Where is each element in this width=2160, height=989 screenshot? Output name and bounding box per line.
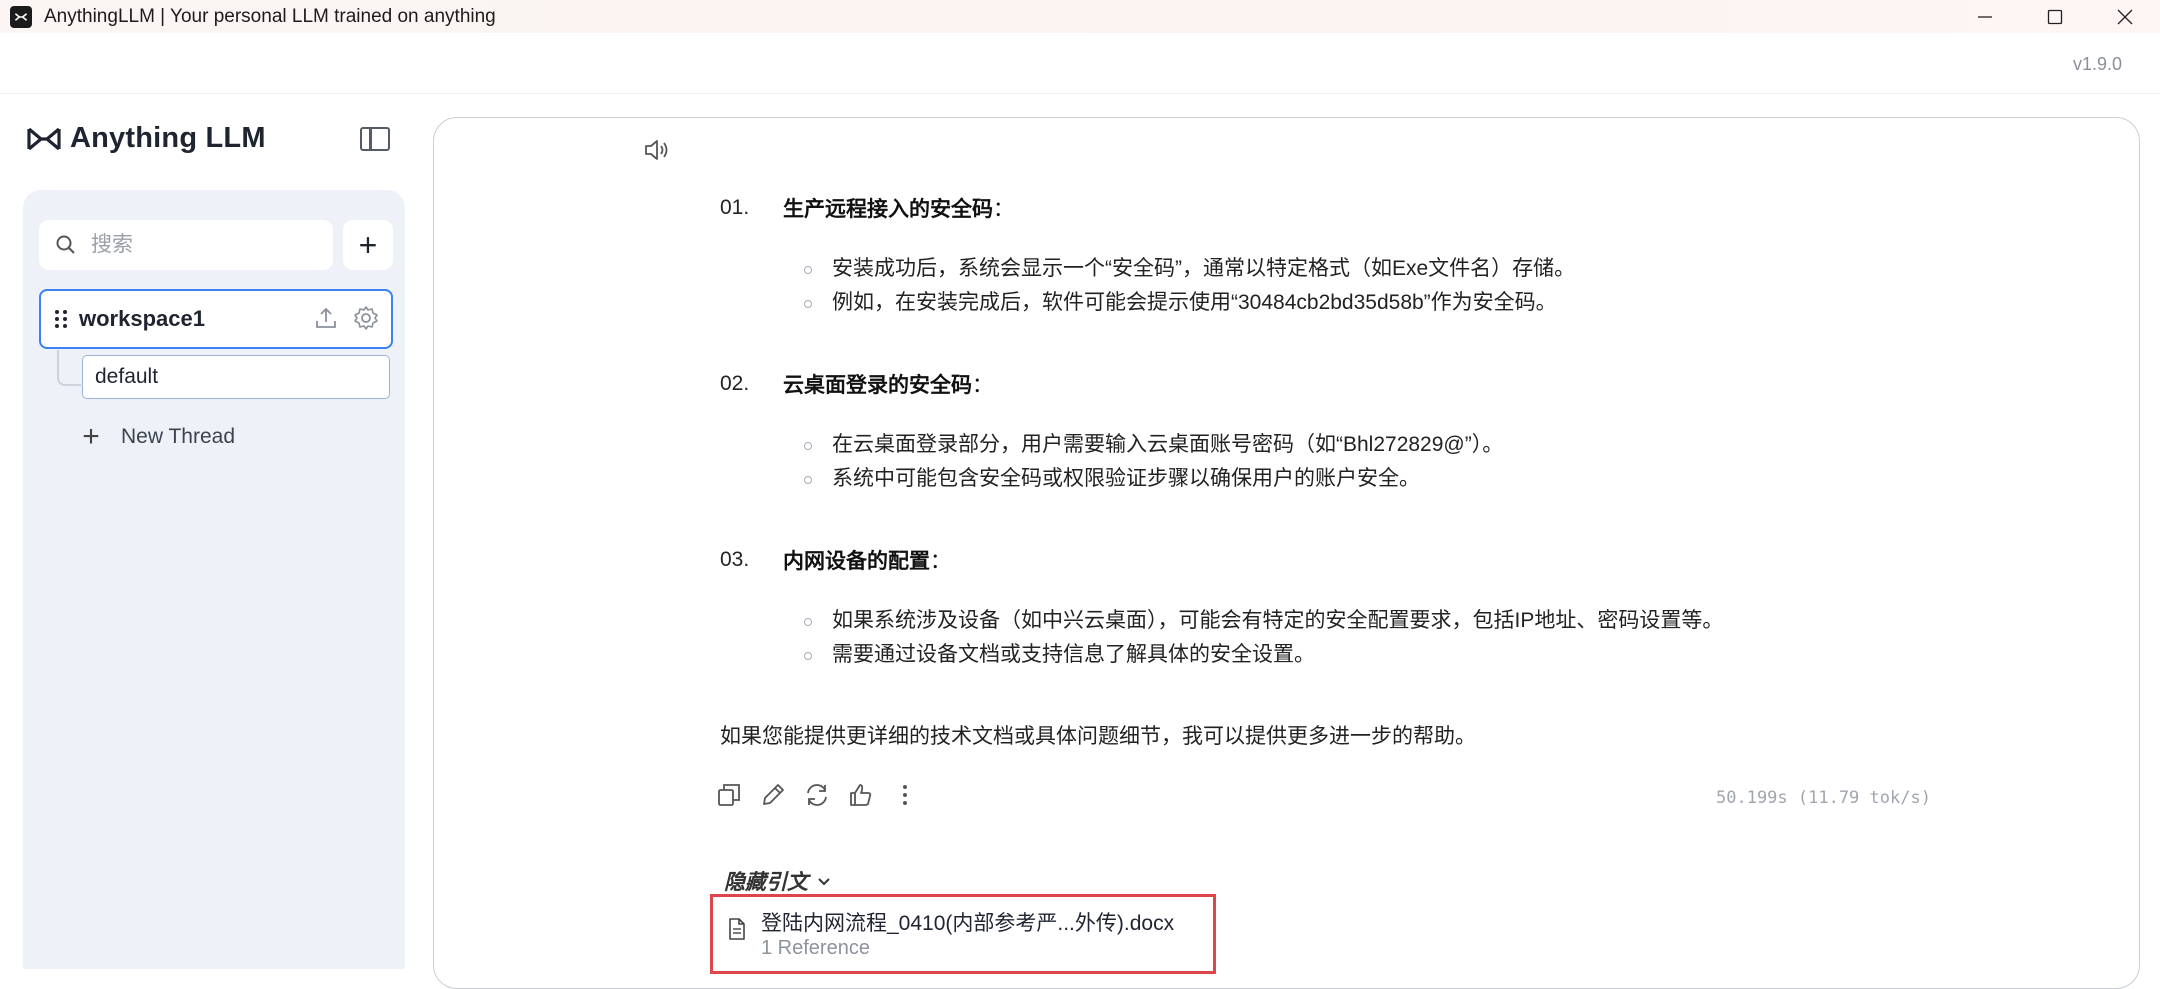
search-input[interactable]	[89, 232, 313, 258]
speaker-icon[interactable]	[642, 135, 672, 165]
brand-name: Anything LLM	[70, 122, 266, 154]
search-box[interactable]	[39, 220, 333, 270]
bullet-item: 系统中可能包含安全码或权限验证步骤以确保用户的账户安全。	[720, 462, 2020, 496]
gear-icon[interactable]	[353, 305, 379, 331]
regenerate-icon[interactable]	[804, 782, 830, 808]
app-icon	[10, 5, 32, 28]
thread-label: default	[95, 365, 159, 388]
edit-icon[interactable]	[760, 782, 786, 808]
sidebar-toggle-button[interactable]	[360, 127, 390, 151]
section-number: 03.	[720, 548, 750, 571]
document-icon	[729, 918, 745, 940]
bullet-item: 如果系统涉及设备（如中兴云桌面），可能会有特定的安全配置要求，包括IP地址、密码…	[720, 604, 2020, 638]
closing-text: 如果您能提供更详细的技术文档或具体问题细节，我可以提供更多进一步的帮助。	[720, 725, 1476, 748]
search-icon	[56, 235, 75, 254]
citation-name: 登陆内网流程_0410(内部参考严...外传).docx	[761, 912, 1175, 935]
citation-reference-count: 1 Reference	[761, 937, 870, 959]
maximize-button[interactable]	[2020, 0, 2090, 33]
close-icon	[2117, 9, 2133, 24]
maximize-icon	[2047, 9, 2063, 24]
window-titlebar: AnythingLLM | Your personal LLM trained …	[0, 0, 2160, 33]
citations-toggle[interactable]: 隐藏引文	[724, 866, 832, 896]
new-thread-button[interactable]: + New Thread	[79, 420, 235, 454]
window-controls	[1950, 0, 2160, 33]
section-title: 内网设备的配置	[783, 550, 930, 573]
drag-handle-icon[interactable]	[53, 308, 69, 330]
list-item: 03. 内网设备的配置 ： 如果系统涉及设备（如中兴云桌面），可能会有特定的安全…	[720, 540, 2020, 720]
thread-item-default[interactable]: default	[82, 355, 390, 399]
brand: Anything LLM	[26, 122, 266, 155]
assistant-message: 01. 生产远程接入的安全码 ： 安装成功后，系统会显示一个“安全码”，通常以特…	[720, 188, 2020, 754]
more-options-icon[interactable]	[892, 782, 918, 808]
sidebar: + workspace1 default + New Thread	[23, 190, 405, 969]
close-button[interactable]	[2090, 0, 2160, 33]
section-number: 02.	[720, 372, 750, 395]
version-label: v1.9.0	[2072, 54, 2122, 74]
workspace-label: workspace1	[79, 306, 205, 331]
section-title: 云桌面登录的安全码	[783, 374, 972, 397]
workspace-actions	[313, 305, 379, 331]
sidebar-item-workspace[interactable]: workspace1	[39, 289, 393, 349]
section-number: 01.	[720, 196, 750, 219]
plus-icon: +	[82, 420, 100, 453]
top-bar: v1.9.0	[0, 33, 2160, 94]
list-item: 01. 生产远程接入的安全码 ： 安装成功后，系统会显示一个“安全码”，通常以特…	[720, 188, 2020, 364]
generation-stats: 50.199s (11.79 tok/s)	[1716, 788, 1931, 808]
new-thread-label: New Thread	[121, 425, 236, 448]
anythingllm-logo-icon	[27, 127, 61, 150]
bullet-item: 例如，在安装完成后，软件可能会提示使用“30484cb2bd35d58b”作为安…	[720, 286, 2020, 320]
list-item: 02. 云桌面登录的安全码 ： 在云桌面登录部分，用户需要输入云桌面账号密码（如…	[720, 364, 2020, 540]
message-actions	[716, 782, 918, 808]
bullet-item: 在云桌面登录部分，用户需要输入云桌面账号密码（如“Bhl272829@”）。	[720, 428, 2020, 462]
upload-icon[interactable]	[313, 305, 339, 331]
bullet-item: 安装成功后，系统会显示一个“安全码”，通常以特定格式（如Exe文件名）存储。	[720, 252, 2020, 286]
minimize-button[interactable]	[1950, 0, 2020, 33]
add-workspace-button[interactable]: +	[343, 220, 393, 270]
minimize-icon	[1978, 15, 1992, 18]
citations-toggle-label: 隐藏引文	[724, 871, 808, 894]
section-title: 生产远程接入的安全码	[783, 198, 993, 221]
copy-icon[interactable]	[716, 782, 742, 808]
thread-connector	[57, 350, 81, 386]
citation-item[interactable]: 登陆内网流程_0410(内部参考严...外传).docx 1 Reference	[710, 894, 1216, 974]
window-title: AnythingLLM | Your personal LLM trained …	[44, 5, 496, 27]
chat-panel: 01. 生产远程接入的安全码 ： 安装成功后，系统会显示一个“安全码”，通常以特…	[433, 117, 2140, 989]
thumbs-up-icon[interactable]	[848, 782, 874, 808]
chevron-down-icon	[818, 878, 830, 886]
bullet-item: 需要通过设备文档或支持信息了解具体的安全设置。	[720, 638, 2020, 672]
